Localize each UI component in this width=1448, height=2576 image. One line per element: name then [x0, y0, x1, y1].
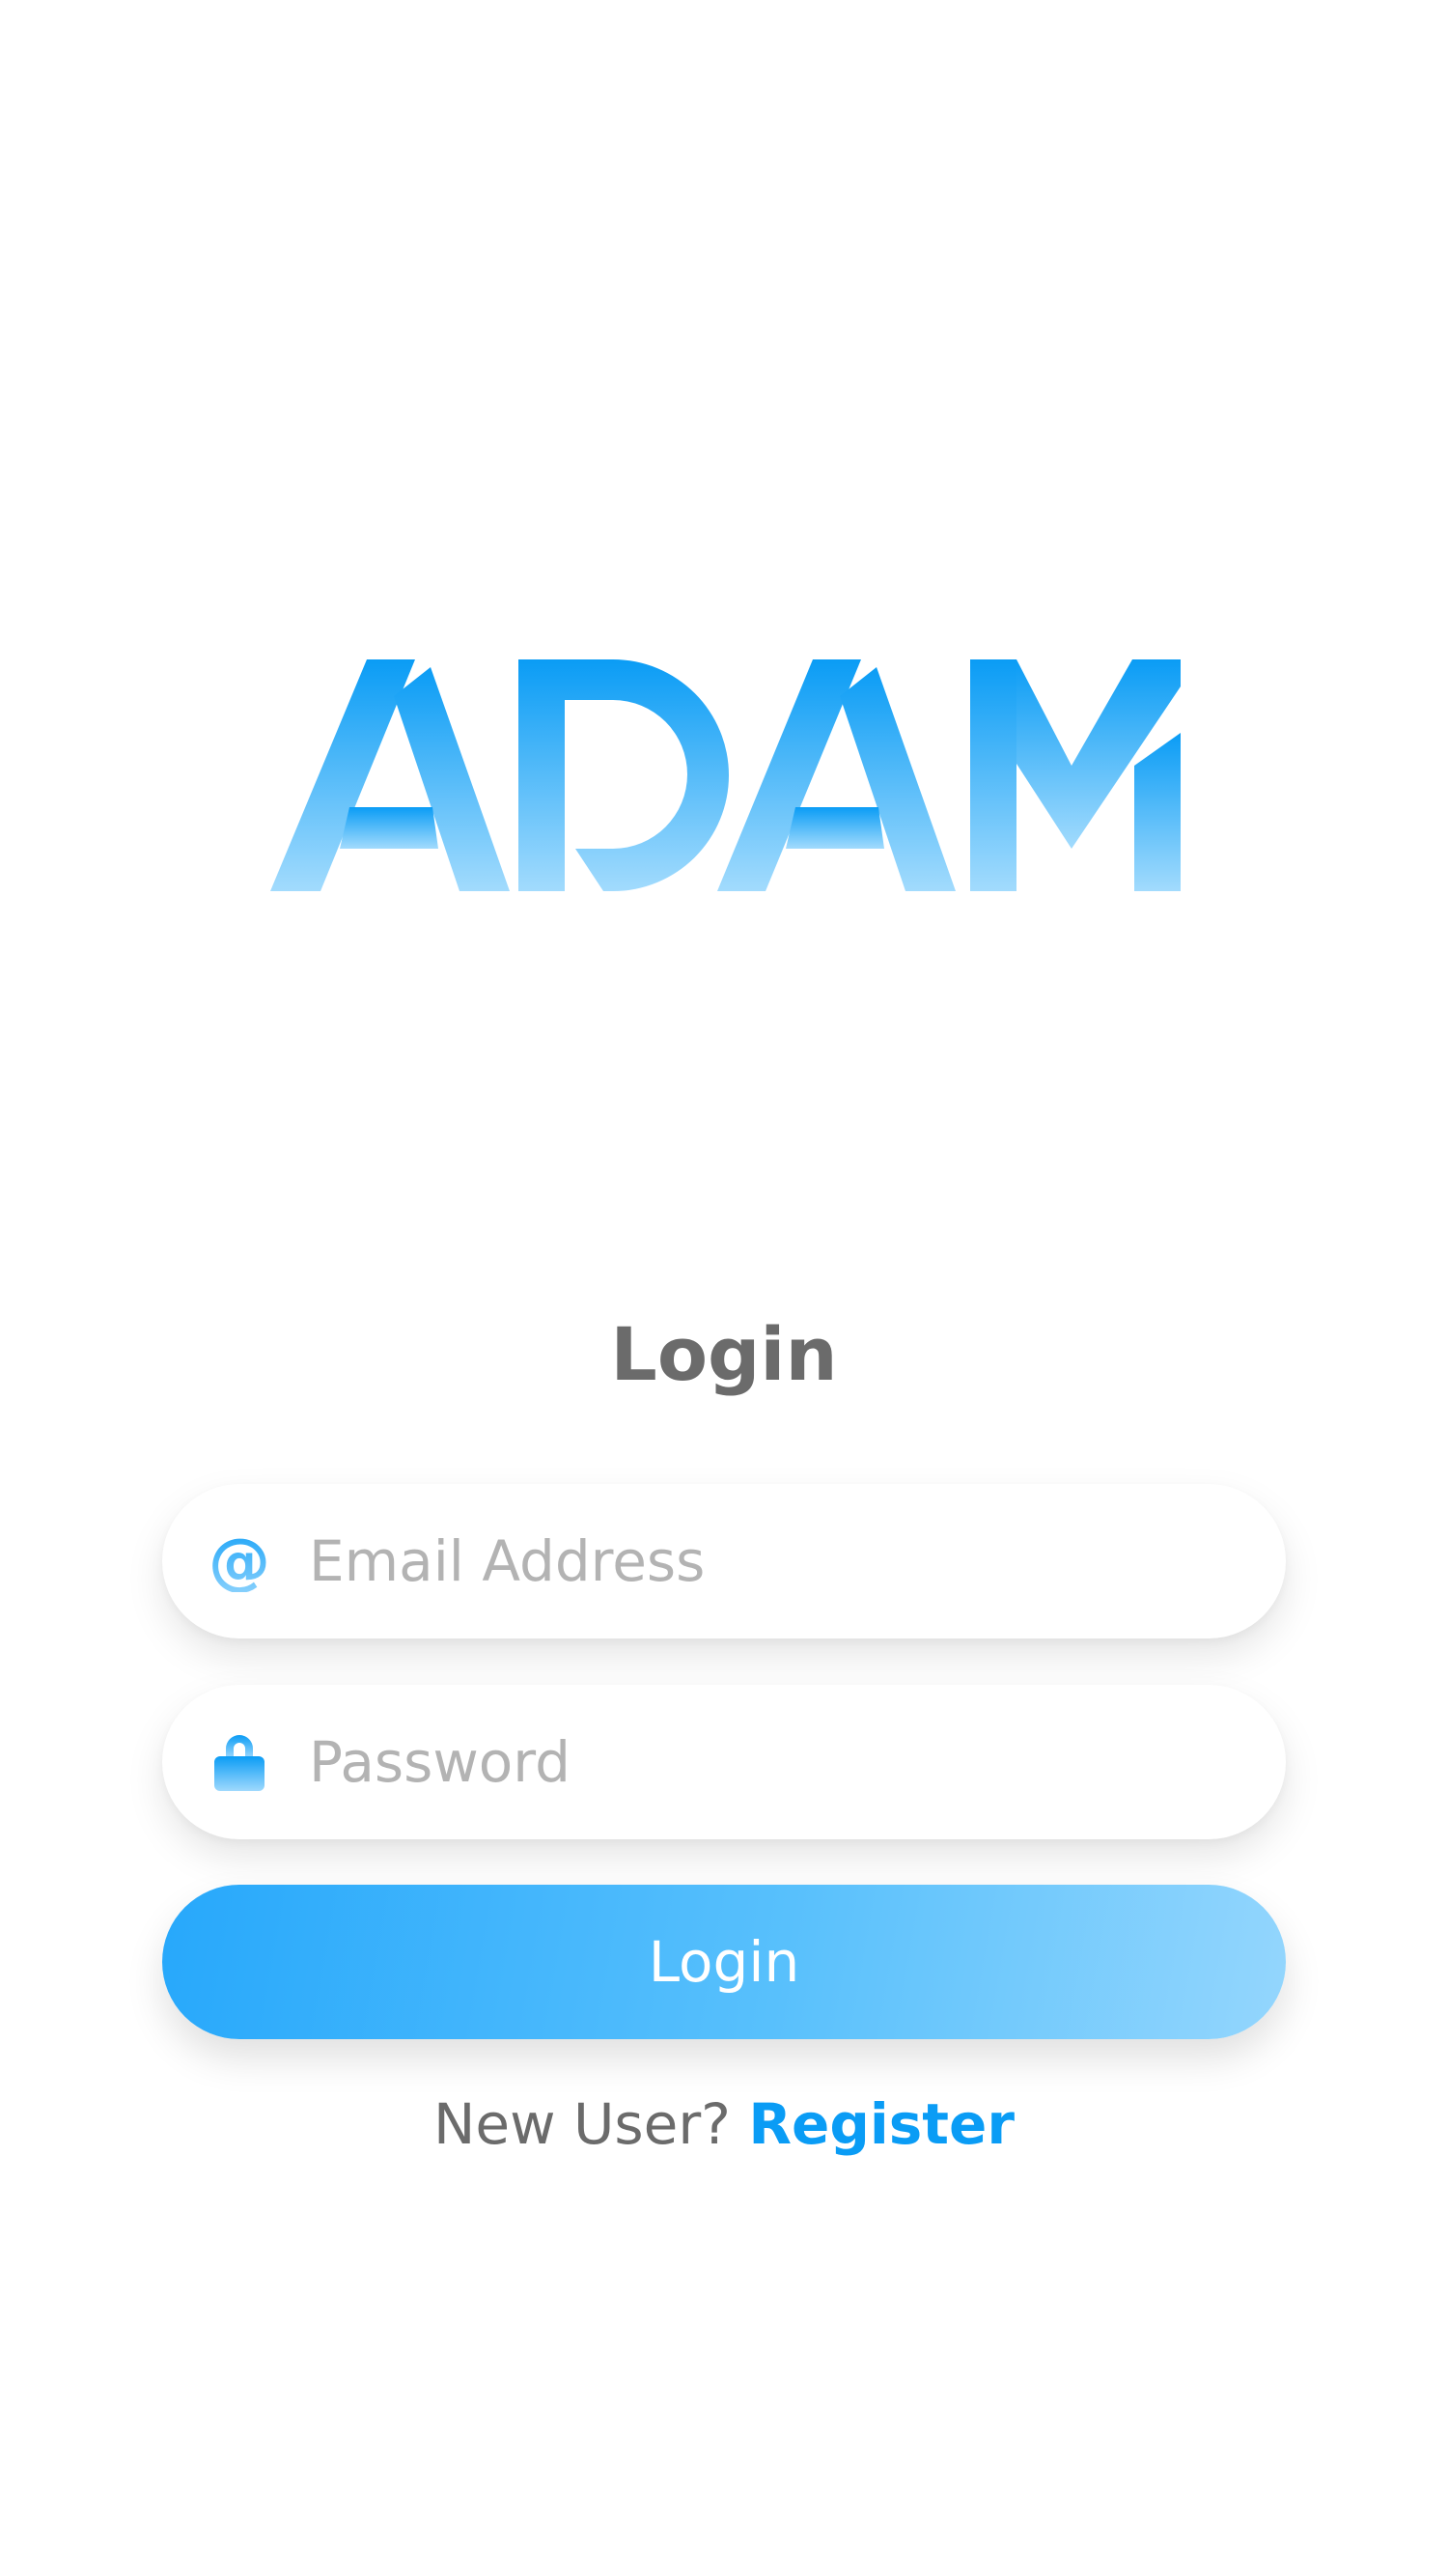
- register-link[interactable]: Register: [748, 2091, 1015, 2157]
- at-icon: @: [209, 1530, 270, 1592]
- page-title: Login: [610, 1311, 838, 1397]
- lock-icon: [209, 1731, 270, 1793]
- app-logo: ADAM: [270, 659, 1181, 891]
- logo-text: ADAM: [270, 891, 271, 892]
- register-prompt: New User? Register: [0, 2086, 1448, 2163]
- adam-logo-image: [270, 659, 1181, 891]
- password-input[interactable]: [309, 1685, 1228, 1839]
- password-field[interactable]: [162, 1685, 1286, 1839]
- email-field[interactable]: @: [162, 1484, 1286, 1638]
- login-button[interactable]: Login: [162, 1885, 1286, 2039]
- new-user-text: New User?: [433, 2091, 731, 2157]
- email-input[interactable]: [309, 1484, 1228, 1638]
- svg-text:@: @: [209, 1530, 270, 1592]
